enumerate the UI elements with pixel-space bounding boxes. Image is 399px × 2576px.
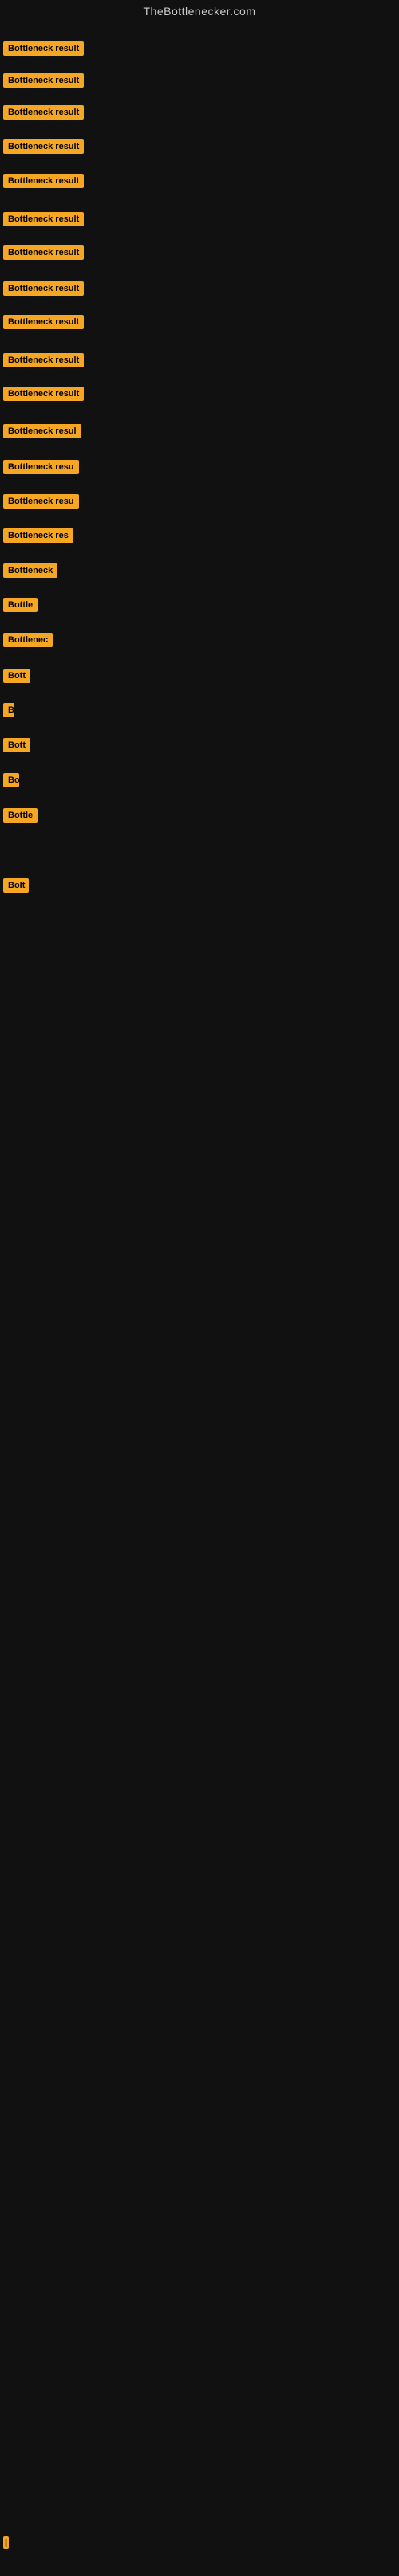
bottleneck-badge-23[interactable]: Bottle xyxy=(3,808,38,823)
bottleneck-badge-15[interactable]: Bottleneck res xyxy=(3,528,73,543)
result-row-20: B xyxy=(3,703,14,721)
bottleneck-badge-9[interactable]: Bottleneck result xyxy=(3,315,84,329)
result-row-16: Bottleneck xyxy=(3,564,57,582)
bottleneck-badge-22[interactable]: Bo xyxy=(3,773,19,787)
result-row-25: Bolt xyxy=(3,878,29,897)
result-row-21: Bott xyxy=(3,738,30,756)
results-container: Bottleneck result Bottleneck result Bott… xyxy=(0,26,399,2576)
bottleneck-badge-5[interactable]: Bottleneck result xyxy=(3,174,84,188)
bottleneck-badge-2[interactable]: Bottleneck result xyxy=(3,73,84,88)
bottleneck-badge-6[interactable]: Bottleneck result xyxy=(3,212,84,226)
bottleneck-badge-14[interactable]: Bottleneck resu xyxy=(3,494,79,509)
result-row-10: Bottleneck result xyxy=(3,353,84,371)
bottleneck-badge-final[interactable]: | xyxy=(3,2536,9,2549)
bottleneck-badge-21[interactable]: Bott xyxy=(3,738,30,752)
bottleneck-badge-3[interactable]: Bottleneck result xyxy=(3,105,84,120)
result-row-1: Bottleneck result xyxy=(3,41,84,60)
result-row-6: Bottleneck result xyxy=(3,212,84,230)
result-row-17: Bottle xyxy=(3,598,38,616)
result-row-12: Bottleneck resul xyxy=(3,424,81,442)
bottleneck-badge-18[interactable]: Bottlenec xyxy=(3,633,53,647)
bottleneck-badge-19[interactable]: Bott xyxy=(3,669,30,683)
result-row-22: Bo xyxy=(3,773,19,791)
result-row-23: Bottle xyxy=(3,808,38,827)
result-row-8: Bottleneck result xyxy=(3,281,84,300)
bottleneck-badge-8[interactable]: Bottleneck result xyxy=(3,281,84,296)
result-row-15: Bottleneck res xyxy=(3,528,73,547)
result-row-19: Bott xyxy=(3,669,30,687)
bottleneck-badge-20[interactable]: B xyxy=(3,703,14,717)
bottleneck-badge-1[interactable]: Bottleneck result xyxy=(3,41,84,56)
bottleneck-badge-4[interactable]: Bottleneck result xyxy=(3,139,84,154)
result-row-11: Bottleneck result xyxy=(3,387,84,405)
result-row-14: Bottleneck resu xyxy=(3,494,79,512)
result-row-13: Bottleneck resu xyxy=(3,460,79,478)
bottleneck-badge-25[interactable]: Bolt xyxy=(3,878,29,893)
result-row-5: Bottleneck result xyxy=(3,174,84,192)
site-title: TheBottlenecker.com xyxy=(0,0,399,26)
result-row-3: Bottleneck result xyxy=(3,105,84,124)
result-row-7: Bottleneck result xyxy=(3,245,84,264)
result-row-9: Bottleneck result xyxy=(3,315,84,333)
result-row-2: Bottleneck result xyxy=(3,73,84,92)
bottleneck-badge-10[interactable]: Bottleneck result xyxy=(3,353,84,367)
bottleneck-badge-16[interactable]: Bottleneck xyxy=(3,564,57,578)
result-row-18: Bottlenec xyxy=(3,633,53,651)
bottleneck-badge-12[interactable]: Bottleneck resul xyxy=(3,424,81,438)
result-row-4: Bottleneck result xyxy=(3,139,84,158)
bottleneck-badge-17[interactable]: Bottle xyxy=(3,598,38,612)
bottleneck-badge-7[interactable]: Bottleneck result xyxy=(3,245,84,260)
bottleneck-badge-11[interactable]: Bottleneck result xyxy=(3,387,84,401)
bottleneck-badge-13[interactable]: Bottleneck resu xyxy=(3,460,79,474)
